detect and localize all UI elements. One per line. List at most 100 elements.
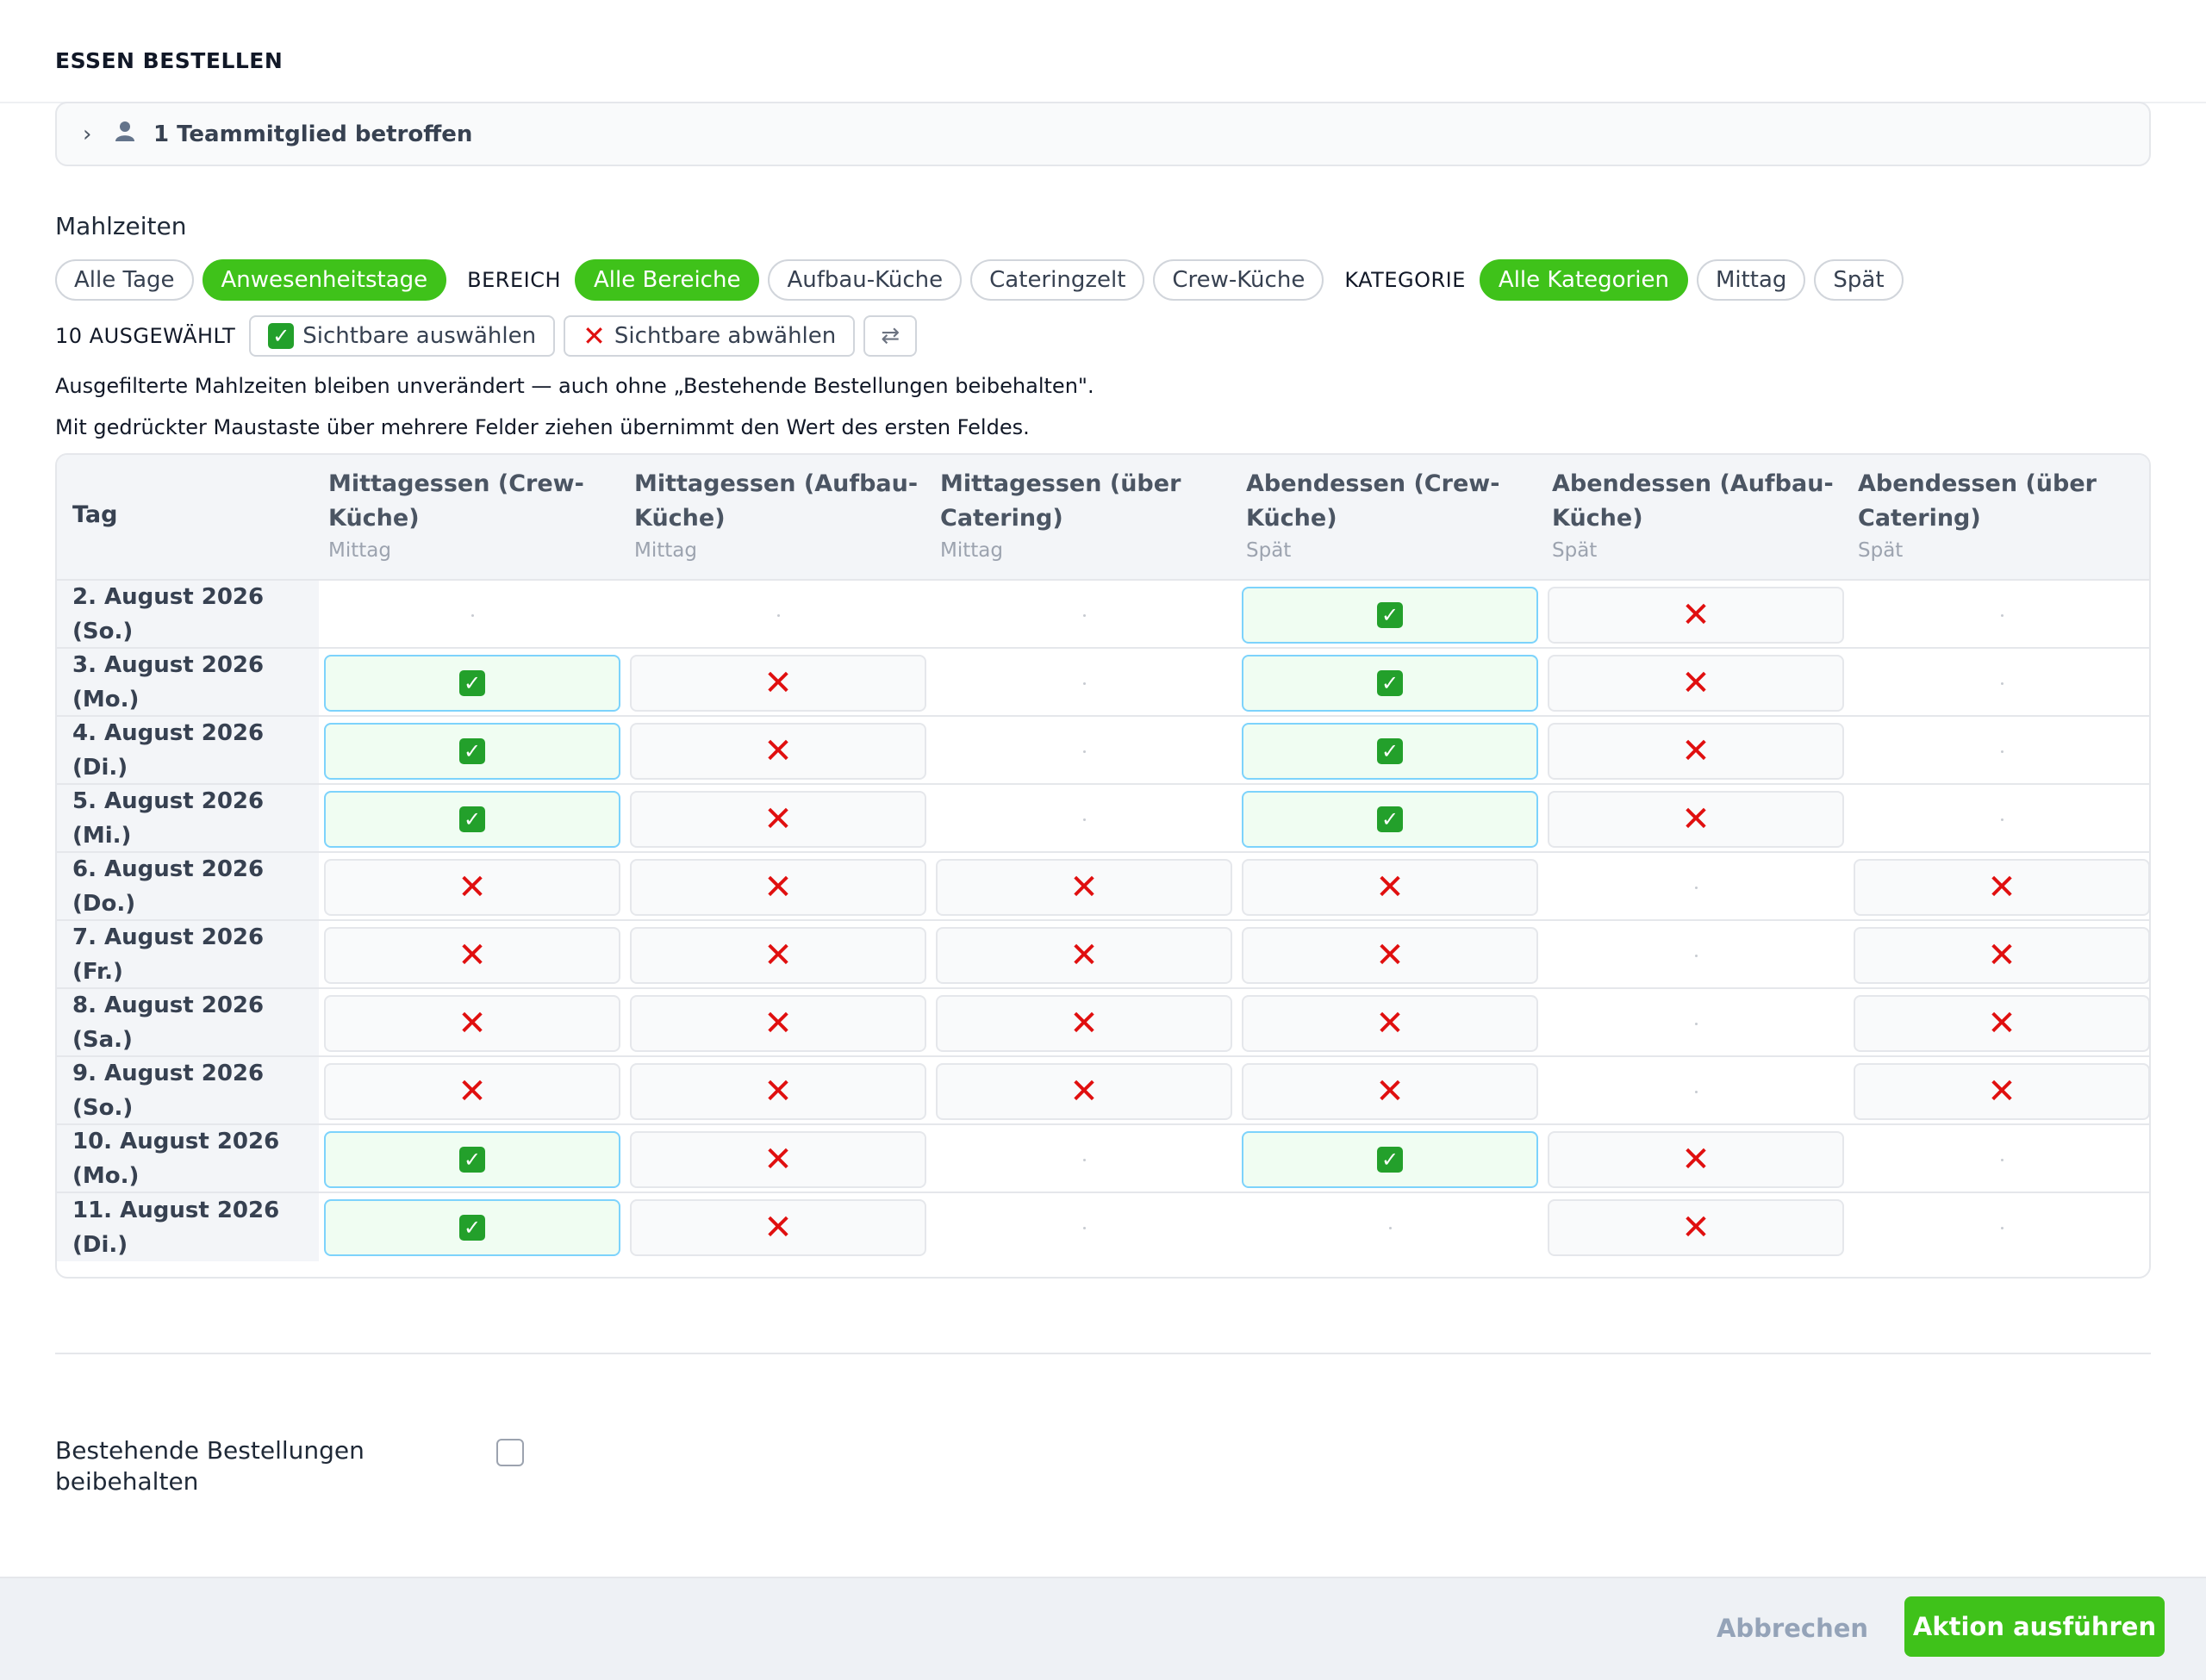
check-icon: ✓ [268, 323, 295, 349]
chip-area-crew-kueche[interactable]: Crew-Küche [1153, 259, 1324, 301]
dot-icon [1694, 954, 1698, 957]
meal-cell-not-ordered[interactable]: ✕ [936, 995, 1232, 1052]
deselect-visible-button[interactable]: ✕ Sichtbare abwählen [564, 315, 856, 357]
cross-icon: ✕ [1681, 663, 1711, 703]
meal-cell-not-ordered[interactable]: ✕ [1242, 995, 1538, 1052]
meal-cell-not-ordered[interactable]: ✕ [324, 927, 620, 984]
meal-cell-ordered[interactable]: ✓ [324, 1199, 620, 1256]
cancel-button[interactable]: Abbrechen [1706, 1598, 1879, 1658]
meal-cell-not-ordered[interactable]: ✕ [1548, 1199, 1844, 1256]
day-label: 6. August 2026 (Do.) [57, 853, 319, 919]
meal-cell-not-ordered[interactable]: ✕ [1854, 927, 2149, 984]
cross-icon: ✕ [1681, 731, 1711, 771]
check-icon: ✓ [459, 738, 485, 764]
chip-area-aufbau-kueche[interactable]: Aufbau-Küche [768, 259, 963, 301]
meal-cell-ordered[interactable]: ✓ [1242, 723, 1538, 780]
chip-category-mittag[interactable]: Mittag [1696, 259, 1806, 301]
chip-category-spaet[interactable]: Spät [1814, 259, 1904, 301]
meal-cell-not-ordered[interactable]: ✕ [936, 1063, 1232, 1120]
column-name: Abendessen (Aufbau-Küche) [1552, 470, 1834, 532]
meal-cell-not-ordered[interactable]: ✕ [630, 1063, 926, 1120]
meal-cell-unavailable [1548, 927, 1844, 984]
column-name: Mittagessen (Aufbau-Küche) [634, 470, 919, 532]
chip-attendance-days[interactable]: Anwesenheitstage [202, 259, 447, 301]
meal-cell-not-ordered[interactable]: ✕ [1548, 587, 1844, 644]
meal-cell-not-ordered[interactable]: ✕ [630, 655, 926, 712]
meal-cell-not-ordered[interactable]: ✕ [1242, 927, 1538, 984]
meal-cell-not-ordered[interactable]: ✕ [630, 927, 926, 984]
submit-action-button[interactable]: Aktion ausführen [1904, 1596, 2165, 1657]
cross-icon: ✕ [1681, 595, 1711, 635]
meal-cell-ordered[interactable]: ✓ [1242, 791, 1538, 848]
chip-all-categories[interactable]: Alle Kategorien [1479, 259, 1688, 301]
day-label: 2. August 2026 (So.) [57, 581, 319, 647]
meal-cell-not-ordered[interactable]: ✕ [630, 859, 926, 916]
column-category: Spät [1246, 539, 1292, 562]
check-icon: ✓ [1377, 602, 1403, 628]
meal-cell-ordered[interactable]: ✓ [1242, 587, 1538, 644]
dot-icon [1082, 1226, 1086, 1229]
meal-cell-not-ordered[interactable]: ✕ [630, 723, 926, 780]
column-category: Mittag [940, 539, 1003, 562]
cross-icon: ✕ [458, 1072, 487, 1111]
cross-icon: ✕ [583, 320, 606, 352]
meal-cell-not-ordered[interactable]: ✕ [630, 1131, 926, 1188]
meal-cell-not-ordered[interactable]: ✕ [324, 859, 620, 916]
column-header: Mittagessen (Aufbau-Küche) Mittag [634, 467, 919, 562]
modal-title: ESSEN BESTELLEN [55, 48, 284, 73]
keep-orders-checkbox[interactable] [496, 1439, 524, 1466]
table-row: 2. August 2026 (So.) ✓ ✕ [57, 581, 2149, 649]
affected-members-label: 1 Teammitglied betroffen [153, 121, 473, 147]
cross-icon: ✕ [763, 868, 793, 907]
meal-cell-not-ordered[interactable]: ✕ [1548, 791, 1844, 848]
meal-cell-not-ordered[interactable]: ✕ [324, 1063, 620, 1120]
day-column-header: Tag [72, 501, 118, 528]
cross-icon: ✕ [763, 1072, 793, 1111]
check-icon: ✓ [459, 806, 485, 832]
meal-cell-not-ordered[interactable]: ✕ [324, 995, 620, 1052]
column-name: Abendessen (über Catering) [1858, 470, 2097, 532]
check-icon: ✓ [459, 1215, 485, 1241]
chip-all-days[interactable]: Alle Tage [55, 259, 194, 301]
meal-cell-not-ordered[interactable]: ✕ [630, 1199, 926, 1256]
affected-members-toggle[interactable]: › 1 Teammitglied betroffen [55, 102, 2151, 166]
meal-cell-not-ordered[interactable]: ✕ [1242, 859, 1538, 916]
meal-cell-not-ordered[interactable]: ✕ [1242, 1063, 1538, 1120]
dot-icon [2000, 613, 2003, 617]
cross-icon: ✕ [1069, 1004, 1099, 1043]
cross-icon: ✕ [763, 936, 793, 975]
meal-cell-not-ordered[interactable]: ✕ [936, 927, 1232, 984]
meal-cell-ordered[interactable]: ✓ [324, 791, 620, 848]
grid-header: Tag Mittagessen (Crew-Küche) Mittag Mittag… [57, 455, 2149, 581]
cross-icon: ✕ [1375, 936, 1405, 975]
day-label: 9. August 2026 (So.) [57, 1057, 319, 1123]
meal-cell-not-ordered[interactable]: ✕ [1854, 995, 2149, 1052]
chip-area-cateringzelt[interactable]: Cateringzelt [970, 259, 1145, 301]
meal-cell-not-ordered[interactable]: ✕ [630, 995, 926, 1052]
swap-button[interactable]: ⇄ [863, 315, 918, 357]
select-visible-button[interactable]: ✓ Sichtbare auswählen [249, 315, 556, 357]
meal-cell-ordered[interactable]: ✓ [324, 655, 620, 712]
meal-cell-not-ordered[interactable]: ✕ [936, 859, 1232, 916]
meal-cell-ordered[interactable]: ✓ [324, 723, 620, 780]
meal-cell-not-ordered[interactable]: ✕ [1548, 1131, 1844, 1188]
meal-cell-not-ordered[interactable]: ✕ [630, 791, 926, 848]
table-row: 11. August 2026 (Di.) ✓ ✕ ✕ [57, 1193, 2149, 1261]
day-label: 3. August 2026 (Mo.) [57, 649, 319, 715]
section-title-meals: Mahlzeiten [55, 212, 187, 240]
meal-cell-not-ordered[interactable]: ✕ [1548, 723, 1844, 780]
meal-cell-unavailable [1854, 1131, 2149, 1188]
meal-cell-ordered[interactable]: ✓ [324, 1131, 620, 1188]
meal-cell-not-ordered[interactable]: ✕ [1548, 655, 1844, 712]
chip-all-areas[interactable]: Alle Bereiche [575, 259, 760, 301]
cross-icon: ✕ [763, 800, 793, 839]
note-filtered: Ausgefilterte Mahlzeiten bleiben unverän… [55, 374, 1094, 398]
meal-cell-not-ordered[interactable]: ✕ [1854, 1063, 2149, 1120]
meal-cell-ordered[interactable]: ✓ [1242, 655, 1538, 712]
cross-icon: ✕ [1069, 868, 1099, 907]
column-header: Abendessen (Crew-Küche) Spät [1246, 467, 1530, 562]
meal-cell-ordered[interactable]: ✓ [1242, 1131, 1538, 1188]
meal-cell-not-ordered[interactable]: ✕ [1854, 859, 2149, 916]
column-header: Abendessen (über Catering) Spät [1858, 467, 2142, 562]
dot-icon [2000, 681, 2003, 685]
